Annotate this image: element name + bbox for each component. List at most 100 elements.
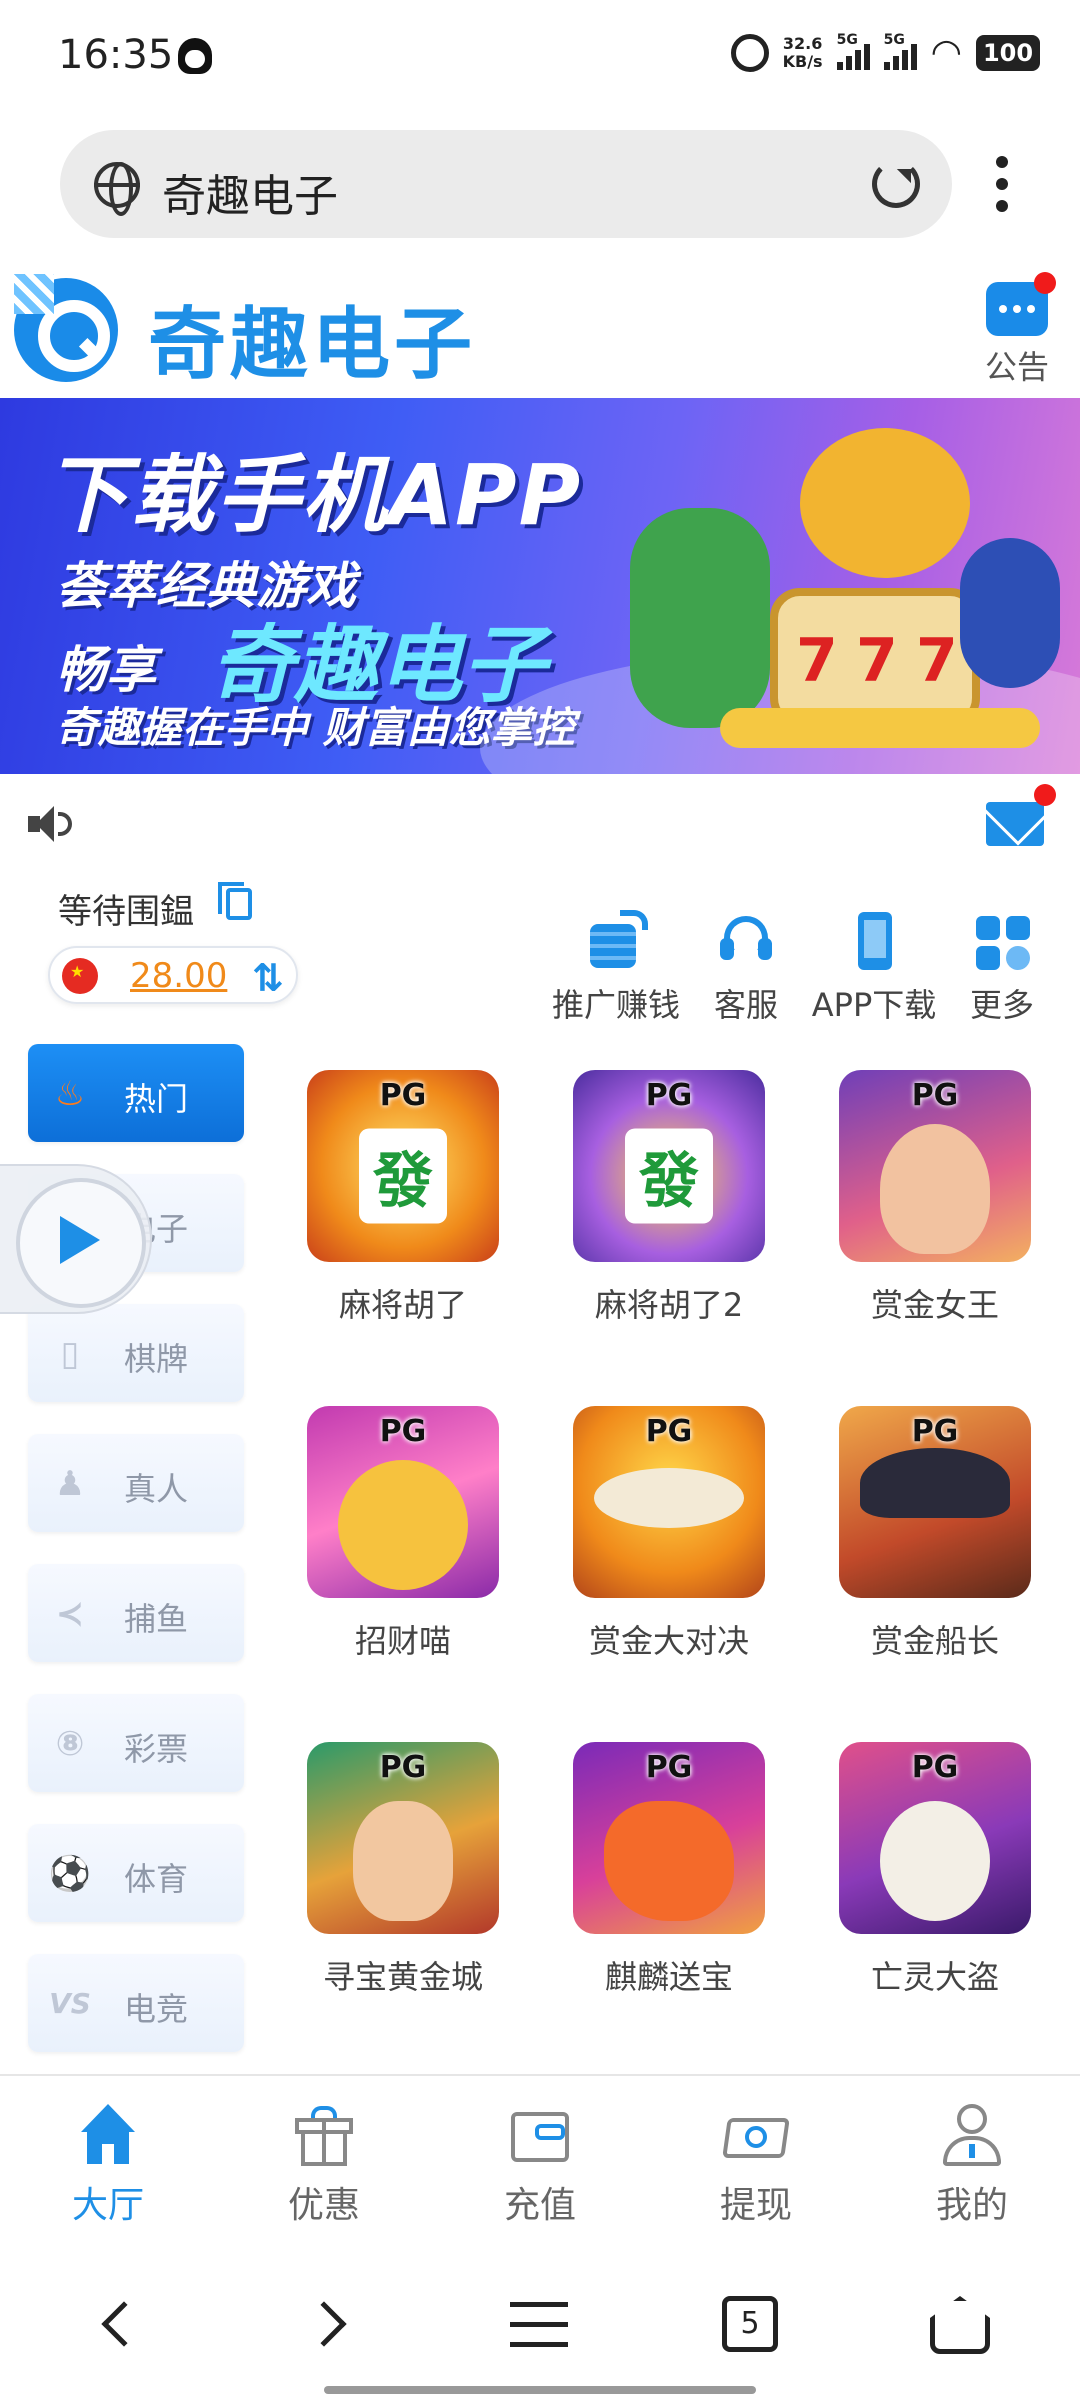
alarm-icon	[730, 34, 769, 72]
gold-coins-illustration	[720, 708, 1040, 748]
category-label: 热门	[124, 1080, 189, 1118]
category-label: 彩票	[124, 1730, 189, 1768]
banner-headline: 下载手机APP	[44, 446, 583, 544]
balance-value[interactable]: 28.00	[130, 956, 227, 996]
tab-label: 大厅	[71, 2185, 144, 2226]
quick-action-label: 推广赚钱	[551, 986, 680, 1024]
floating-play-button[interactable]	[0, 1164, 152, 1314]
vs-icon: VS	[49, 1987, 91, 2020]
fire-icon: ♨	[54, 1074, 86, 1114]
pg-badge: PG	[379, 1078, 427, 1113]
quick-action-promote[interactable]: 推广赚钱	[546, 910, 686, 1026]
chat-bubble-icon	[986, 272, 1056, 336]
slot-digit: 7	[796, 626, 838, 696]
category-cards[interactable]: ▯ 棋牌	[28, 1304, 244, 1402]
grid-icon	[970, 910, 1034, 974]
username: 等待围鎾	[58, 892, 194, 932]
mahjong-tile: 發	[625, 1128, 713, 1224]
pg-badge: PG	[379, 1750, 427, 1785]
globe-icon	[94, 162, 140, 216]
quick-action-support[interactable]: 客服	[676, 910, 816, 1026]
leprechaun-character	[630, 508, 770, 728]
mail-icon[interactable]	[986, 802, 1044, 846]
tab-label: 优惠	[287, 2185, 360, 2226]
tab-profile[interactable]: 我的	[902, 2104, 1042, 2228]
notice-label: 公告	[984, 348, 1049, 386]
game-name: 赏金大对决	[588, 1622, 749, 1660]
game-card[interactable]: PG 發 麻将胡了	[298, 1070, 508, 1326]
pirate-captain-figure	[860, 1447, 1010, 1518]
speaker-icon	[28, 804, 72, 844]
notice-button[interactable]: 公告	[982, 272, 1056, 392]
tabs-count: 5	[722, 2296, 778, 2352]
withdraw-icon	[721, 2104, 791, 2168]
category-hot[interactable]: ♨ 热门	[28, 1044, 244, 1142]
game-name: 招财喵	[354, 1622, 451, 1660]
game-card[interactable]: PG 招财喵	[298, 1406, 508, 1662]
home-icon[interactable]	[920, 2294, 1000, 2358]
game-card[interactable]: PG 發 麻将胡了2	[564, 1070, 774, 1326]
tabs-count-button[interactable]: 5	[710, 2294, 790, 2358]
quick-action-more[interactable]: 更多	[932, 910, 1072, 1026]
game-thumbnail: PG	[839, 1406, 1031, 1598]
status-icons: 32.6 KB/s 5G 5G ◠ 100	[730, 32, 1040, 72]
category-sports[interactable]: ⚽ 体育	[28, 1824, 244, 1922]
address-bar[interactable]: 奇趣电子	[60, 130, 952, 238]
cards-icon: ▯	[60, 1334, 80, 1374]
banner-slogan: 奇趣握在手中 财富由您掌控	[56, 703, 575, 752]
battery-icon: 100	[976, 35, 1040, 71]
browser-menu-icon[interactable]	[996, 156, 1010, 214]
tab-deposit[interactable]: 充值	[470, 2104, 610, 2228]
category-esports[interactable]: VS 电竞	[28, 1954, 244, 2052]
promo-banner[interactable]: 下载手机APP 荟萃经典游戏 畅享 奇趣电子 奇趣握在手中 财富由您掌控 7 7…	[0, 398, 1080, 774]
back-icon[interactable]	[86, 2294, 166, 2358]
game-thumbnail: PG	[839, 1070, 1031, 1262]
dealer-icon: ♟	[54, 1464, 86, 1504]
game-card[interactable]: PG 亡灵大盗	[830, 1742, 1040, 1998]
category-lottery[interactable]: ⑧ 彩票	[28, 1694, 244, 1792]
tab-withdraw[interactable]: 提现	[686, 2104, 826, 2228]
gesture-home-indicator[interactable]	[324, 2386, 756, 2394]
pg-badge: PG	[379, 1414, 427, 1449]
category-label: 电竞	[124, 1990, 189, 2028]
game-card[interactable]: PG 寻宝黄金城	[298, 1742, 508, 1998]
refresh-balance-icon[interactable]: ⇅	[252, 956, 284, 1000]
tab-promotions[interactable]: 优惠	[254, 2104, 394, 2228]
menu-icon[interactable]	[500, 2294, 580, 2358]
sim1-label: 5G	[836, 32, 858, 48]
coins-share-icon	[584, 910, 648, 974]
category-label: 真人	[124, 1470, 189, 1508]
penguin-character	[960, 538, 1060, 688]
status-bar: 16:35 32.6 KB/s 5G 5G ◠ 100	[0, 0, 1080, 118]
forward-icon[interactable]	[290, 2294, 370, 2358]
copy-icon[interactable]	[218, 882, 252, 920]
quick-action-label: APP下载	[811, 986, 937, 1024]
game-card[interactable]: PG 赏金大对决	[564, 1406, 774, 1662]
tab-lobby[interactable]: 大厅	[38, 2104, 178, 2228]
home-icon	[73, 2104, 143, 2168]
game-name: 麻将胡了	[338, 1286, 467, 1324]
reload-icon[interactable]	[872, 160, 920, 208]
mail-badge-dot	[1034, 784, 1056, 806]
slot-digit: 7	[856, 626, 898, 696]
quick-action-app-download[interactable]: APP下载	[804, 910, 944, 1026]
lucky-cat-figure	[338, 1460, 468, 1591]
notice-badge-dot	[1034, 272, 1056, 294]
slot-machine-illustration: 7 7 7	[770, 588, 980, 728]
quick-action-label: 更多	[969, 986, 1034, 1024]
logo-decoration	[14, 274, 54, 314]
game-card[interactable]: PG 麒麟送宝	[564, 1742, 774, 1998]
pg-badge: PG	[645, 1750, 693, 1785]
wallet-icon	[505, 2104, 575, 2168]
site-logo-text[interactable]: 奇趣电子	[148, 282, 476, 394]
address-bar-title[interactable]: 奇趣电子	[162, 160, 338, 224]
category-fishing[interactable]: ≺ 捕鱼	[28, 1564, 244, 1662]
category-live[interactable]: ♟ 真人	[28, 1434, 244, 1532]
game-thumbnail: PG 發	[307, 1070, 499, 1262]
lottery-ball-icon: ⑧	[55, 1724, 85, 1764]
game-card[interactable]: PG 赏金女王	[830, 1070, 1040, 1326]
game-card[interactable]: PG 赏金船长	[830, 1406, 1040, 1662]
soccer-ball-icon: ⚽	[48, 1854, 92, 1894]
gift-icon	[289, 2104, 359, 2168]
user-panel: 等待围鎾 28.00 ⇅ 推广赚钱 客服 APP下载	[0, 874, 1080, 1034]
